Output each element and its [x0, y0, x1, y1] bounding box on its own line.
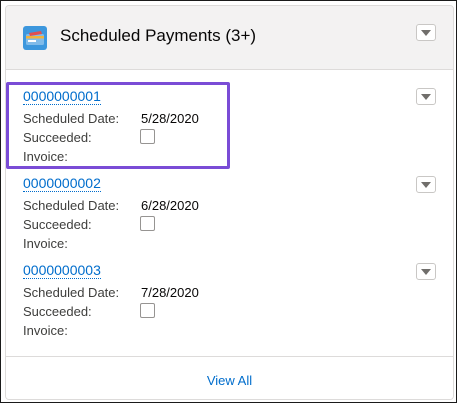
record-menu-button[interactable]	[416, 176, 436, 193]
record-menu-button[interactable]	[416, 263, 436, 280]
scheduled-date-value: 6/28/2020	[141, 198, 199, 213]
card-header: Scheduled Payments (3+)	[6, 6, 453, 70]
card-footer: View All	[6, 356, 453, 399]
card-menu-button[interactable]	[416, 24, 436, 41]
scheduled-date-label: Scheduled Date:	[23, 285, 120, 300]
record-link[interactable]: 0000000003	[23, 262, 101, 279]
scheduled-date-label: Scheduled Date:	[23, 198, 120, 213]
screenshot-frame: Scheduled Payments (3+) 0000000001 Sched…	[0, 0, 457, 403]
succeeded-checkbox[interactable]	[140, 216, 155, 231]
succeeded-label: Succeeded:	[23, 217, 92, 232]
scheduled-date-value: 7/28/2020	[141, 285, 199, 300]
payment-record-2: 0000000002 Scheduled Date: 6/28/2020 Suc…	[23, 175, 223, 260]
payment-record-3: 0000000003 Scheduled Date: 7/28/2020 Suc…	[23, 262, 223, 347]
record-link[interactable]: 0000000002	[23, 175, 101, 192]
scheduled-payments-card: Scheduled Payments (3+) 0000000001 Sched…	[5, 5, 454, 400]
chevron-down-icon	[421, 94, 431, 100]
chevron-down-icon	[421, 182, 431, 188]
invoice-label: Invoice:	[23, 236, 68, 251]
succeeded-checkbox[interactable]	[140, 303, 155, 318]
highlight-box	[6, 82, 230, 169]
succeeded-label: Succeeded:	[23, 304, 92, 319]
view-all-link[interactable]: View All	[6, 373, 453, 388]
chevron-down-icon	[421, 269, 431, 275]
record-menu-button[interactable]	[416, 88, 436, 105]
card-title: Scheduled Payments (3+)	[60, 26, 257, 45]
chevron-down-icon	[421, 30, 431, 36]
invoice-label: Invoice:	[23, 323, 68, 338]
payment-card-icon	[23, 26, 47, 50]
